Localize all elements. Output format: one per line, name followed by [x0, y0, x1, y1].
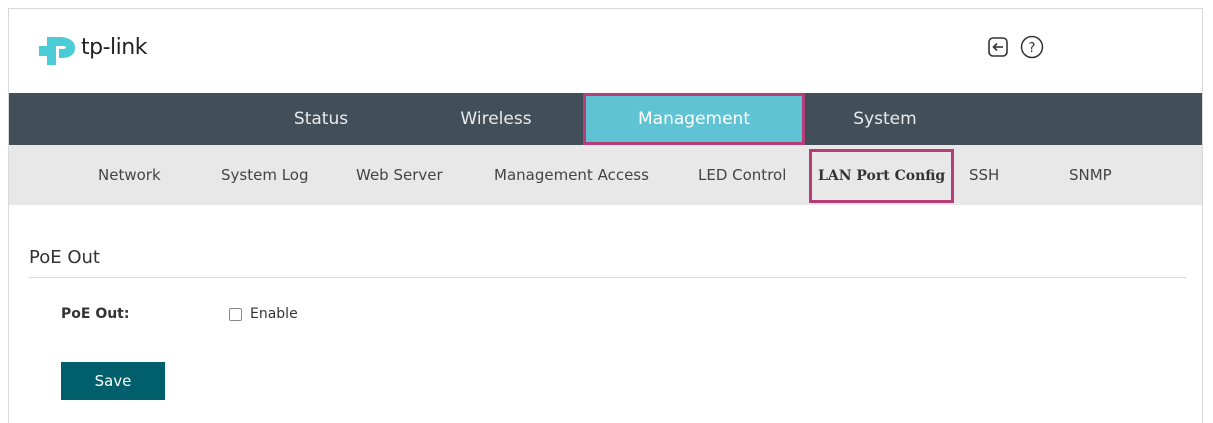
logout-icon[interactable] — [985, 34, 1011, 60]
page-frame: tp-link ? Status Wireless Management Sys… — [8, 8, 1203, 423]
main-nav: Status Wireless Management System — [9, 93, 1202, 145]
subnav-network[interactable]: Network — [98, 145, 161, 205]
subnav-management-access[interactable]: Management Access — [494, 145, 649, 205]
tab-system[interactable]: System — [835, 93, 935, 145]
subnav-ssh[interactable]: SSH — [969, 145, 999, 205]
poe-out-label: PoE Out: — [61, 306, 130, 322]
logo: tp-link — [39, 29, 147, 65]
enable-checkbox-label[interactable]: Enable — [250, 306, 298, 322]
tab-wireless[interactable]: Wireless — [441, 93, 551, 145]
help-icon[interactable]: ? — [1019, 34, 1045, 60]
tab-management[interactable]: Management — [583, 93, 805, 145]
brand-name: tp-link — [81, 34, 147, 60]
subnav-system-log[interactable]: System Log — [221, 145, 309, 205]
subnav-led-control[interactable]: LED Control — [698, 145, 786, 205]
section-divider — [29, 277, 1186, 278]
enable-checkbox-row[interactable]: Enable — [229, 306, 298, 322]
header: tp-link ? — [9, 9, 1202, 93]
subnav-web-server[interactable]: Web Server — [356, 145, 443, 205]
section-title: PoE Out — [29, 247, 100, 268]
subnav-snmp[interactable]: SNMP — [1069, 145, 1112, 205]
tp-link-logo-icon — [39, 37, 75, 65]
subnav-lan-port-config[interactable]: LAN Port Config — [809, 149, 955, 203]
save-button[interactable]: Save — [61, 362, 165, 400]
enable-checkbox[interactable] — [229, 307, 242, 321]
sub-nav: Network System Log Web Server Management… — [9, 145, 1202, 205]
tab-status[interactable]: Status — [271, 93, 371, 145]
help-glyph: ? — [1029, 41, 1036, 56]
